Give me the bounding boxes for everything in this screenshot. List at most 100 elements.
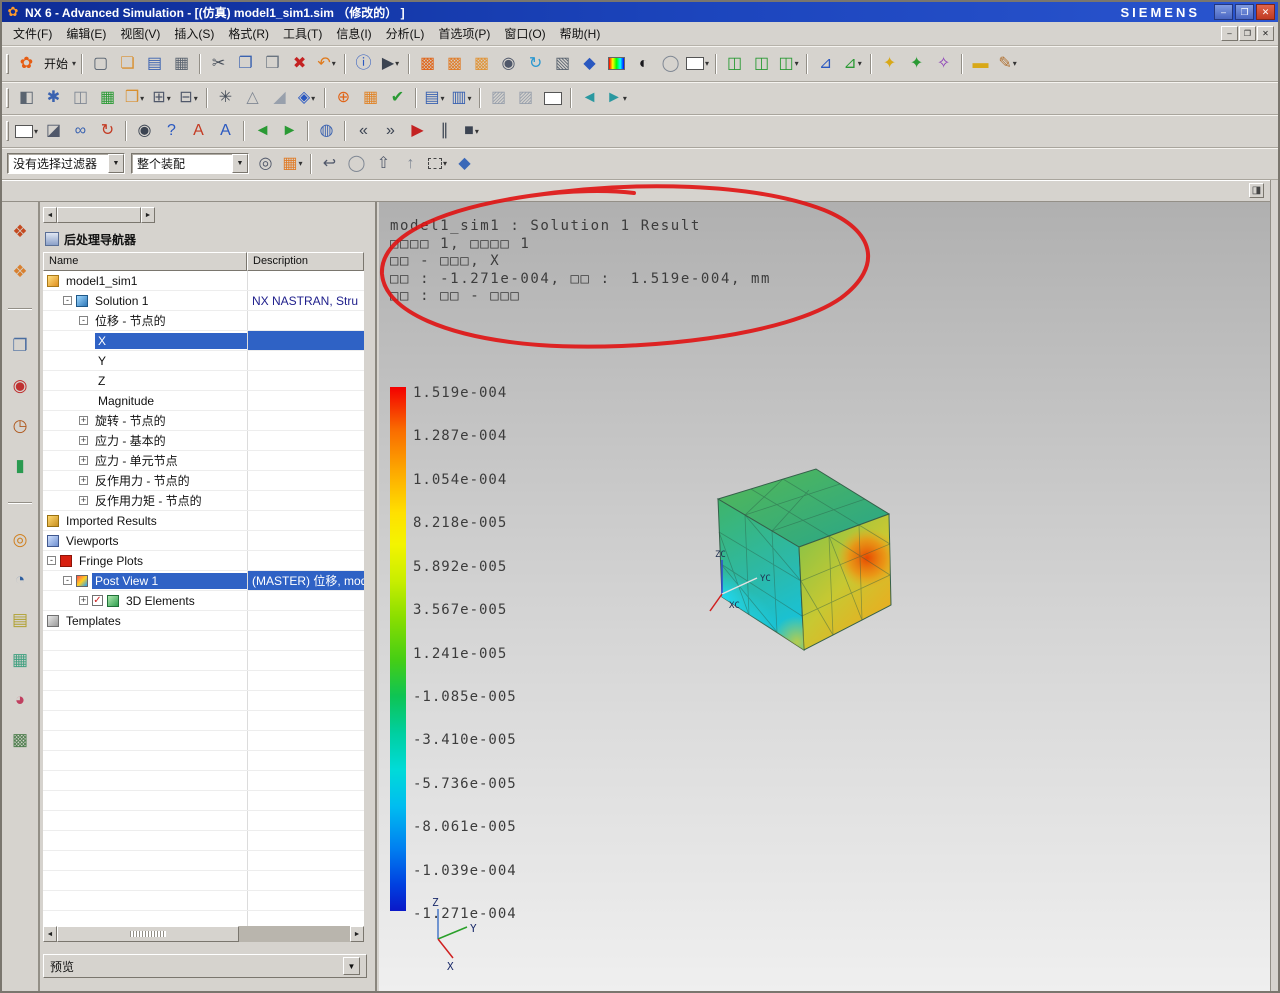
start-button[interactable]: 开始 ▾ <box>41 51 76 76</box>
help-icon[interactable]: ? <box>159 119 184 144</box>
tree-row[interactable]: Magnitude <box>43 391 364 411</box>
camera-icon[interactable]: ◉ <box>132 119 157 144</box>
export-view2-icon[interactable]: ◫ <box>749 51 774 76</box>
assembly-nav-icon[interactable]: ❐ <box>6 332 34 360</box>
display-window-icon[interactable]: ▩ <box>415 51 440 76</box>
list2-icon[interactable]: ▥ ▾ <box>449 86 474 111</box>
display-window3-icon[interactable]: ▩ <box>469 51 494 76</box>
assembly-icon[interactable]: ◧ <box>14 86 39 111</box>
tree-row[interactable]: + 反作用力矩 - 节点的 <box>43 491 364 511</box>
forward-icon[interactable]: ► ▾ <box>604 86 629 111</box>
toolbar-grip[interactable] <box>6 88 9 108</box>
undo-small-icon[interactable]: ↩ <box>317 151 342 176</box>
tree-expander[interactable]: + <box>79 596 88 605</box>
preview-section[interactable]: 预览 ▼ <box>43 954 367 978</box>
solid-cube-icon[interactable]: ◆ <box>452 151 477 176</box>
clock-icon[interactable]: ◔ <box>6 566 34 594</box>
add-icon[interactable]: ⊞ ▾ <box>149 86 174 111</box>
measure-icon[interactable]: ▬ <box>968 51 993 76</box>
tree-expander[interactable]: - <box>79 316 88 325</box>
gear-icon[interactable]: ✱ <box>41 86 66 111</box>
selection-scope-combo[interactable]: 整个装配 ▼ <box>131 153 249 174</box>
background-swatch[interactable]: ▾ <box>685 51 710 76</box>
effect2-icon[interactable]: ✦ <box>904 51 929 76</box>
tree-row[interactable]: + 应力 - 单元节点 <box>43 451 364 471</box>
right-panel-strip[interactable] <box>1270 180 1278 991</box>
menu-item[interactable]: 插入(S) <box>167 22 221 45</box>
navigate-icon[interactable]: ◍ <box>314 119 339 144</box>
graph-icon[interactable]: ⊿ <box>813 51 838 76</box>
menu-item[interactable]: 编辑(E) <box>59 22 113 45</box>
cut-icon[interactable]: ✂ <box>206 51 231 76</box>
toolbar-grip[interactable] <box>6 121 9 141</box>
list-icon[interactable]: ▤ ▾ <box>422 86 447 111</box>
target-icon[interactable]: ⊕ <box>331 86 356 111</box>
wireframe-display-icon[interactable]: ◯ <box>658 51 683 76</box>
menu-item[interactable]: 格式(R) <box>221 22 276 45</box>
triangle-icon[interactable]: △ <box>240 86 265 111</box>
rainbow-icon[interactable] <box>604 51 629 76</box>
tree-expander[interactable]: + <box>79 476 88 485</box>
wedge-icon[interactable]: ◢ <box>267 86 292 111</box>
shade-icon[interactable]: ◪ <box>41 119 66 144</box>
paste-icon[interactable]: ❒ <box>260 51 285 76</box>
text-style-icon[interactable]: A <box>186 119 211 144</box>
reload-icon[interactable]: ↻ <box>95 119 120 144</box>
tree-expander[interactable]: + <box>79 496 88 505</box>
check-icon[interactable]: ✔ <box>385 86 410 111</box>
mesh-grid-icon[interactable]: ▦ ▾ <box>280 151 305 176</box>
menu-item[interactable]: 窗口(O) <box>497 22 552 45</box>
scroll-left-icon[interactable]: ◄ <box>43 926 57 942</box>
select-box-icon[interactable]: ▾ <box>425 151 450 176</box>
scrollbar-thumb[interactable] <box>57 207 141 223</box>
tree-row[interactable]: Viewports <box>43 531 364 551</box>
up-icon[interactable]: ⇧ <box>371 151 396 176</box>
tree-checkbox[interactable]: ✓ <box>92 595 103 606</box>
blank-swatch[interactable] <box>540 86 565 111</box>
tree-row[interactable]: - Post View 1 (MASTER) 位移, mod <box>43 571 364 591</box>
tree-row[interactable]: - 位移 - 节点的 <box>43 311 364 331</box>
menu-item[interactable]: 信息(I) <box>329 22 378 45</box>
child-minimize-button[interactable]: – <box>1221 26 1238 41</box>
graphics-viewport[interactable]: model1_sim1 : Solution 1 Result □□□□ 1, □… <box>379 184 1270 991</box>
tree-row[interactable]: model1_sim1 <box>43 271 364 291</box>
export-view1-icon[interactable]: ◫ <box>722 51 747 76</box>
new-file-icon[interactable]: ▢ <box>88 51 113 76</box>
up2-icon[interactable]: ↑ <box>398 151 423 176</box>
image2-icon[interactable]: ▨ <box>513 86 538 111</box>
navigator1-icon[interactable]: ❖ <box>6 218 34 246</box>
menu-item[interactable]: 工具(T) <box>276 22 329 45</box>
column-header-description[interactable]: Description <box>247 252 364 271</box>
stop-icon[interactable]: ■ ▾ <box>459 119 484 144</box>
component-icon[interactable]: ◫ <box>68 86 93 111</box>
link-icon[interactable]: ∞ <box>68 119 93 144</box>
roles-icon[interactable]: ◕ <box>6 686 34 714</box>
chevron-down-icon[interactable]: ▼ <box>108 154 124 173</box>
nx-logo-icon[interactable]: ✿ <box>14 51 39 76</box>
simulation-nav-icon[interactable]: ▮ <box>6 452 34 480</box>
next-icon[interactable]: ► <box>277 119 302 144</box>
copy-icon[interactable]: ❐ <box>233 51 258 76</box>
chart-icon[interactable]: ▦ <box>6 646 34 674</box>
remove-icon[interactable]: ⊟ ▾ <box>176 86 201 111</box>
image-icon[interactable]: ▩ <box>6 726 34 754</box>
tree-expander[interactable]: - <box>63 296 72 305</box>
child-restore-button[interactable]: ❐ <box>1239 26 1256 41</box>
pattern-icon[interactable]: ✳ <box>213 86 238 111</box>
image1-icon[interactable]: ▨ <box>486 86 511 111</box>
tree-row[interactable]: Imported Results <box>43 511 364 531</box>
notes-icon[interactable]: ▤ <box>6 606 34 634</box>
menu-item[interactable]: 首选项(P) <box>431 22 497 45</box>
clipboard-icon[interactable]: ❒ ▾ <box>122 86 147 111</box>
menu-item[interactable]: 视图(V) <box>113 22 167 45</box>
tree-row[interactable]: + 反作用力 - 节点的 <box>43 471 364 491</box>
fit-view-icon[interactable]: ◆ <box>577 51 602 76</box>
diamond-icon[interactable]: ◈ ▾ <box>294 86 319 111</box>
tree-expander[interactable]: - <box>47 556 56 565</box>
back-icon[interactable]: ◄ <box>577 86 602 111</box>
delete-icon[interactable]: ✖ <box>287 51 312 76</box>
table-icon[interactable]: ▦ <box>95 86 120 111</box>
tree-row[interactable]: + ✓ 3D Elements <box>43 591 364 611</box>
chevron-down-icon[interactable]: ▼ <box>232 154 248 173</box>
tree-row[interactable]: - Fringe Plots <box>43 551 364 571</box>
